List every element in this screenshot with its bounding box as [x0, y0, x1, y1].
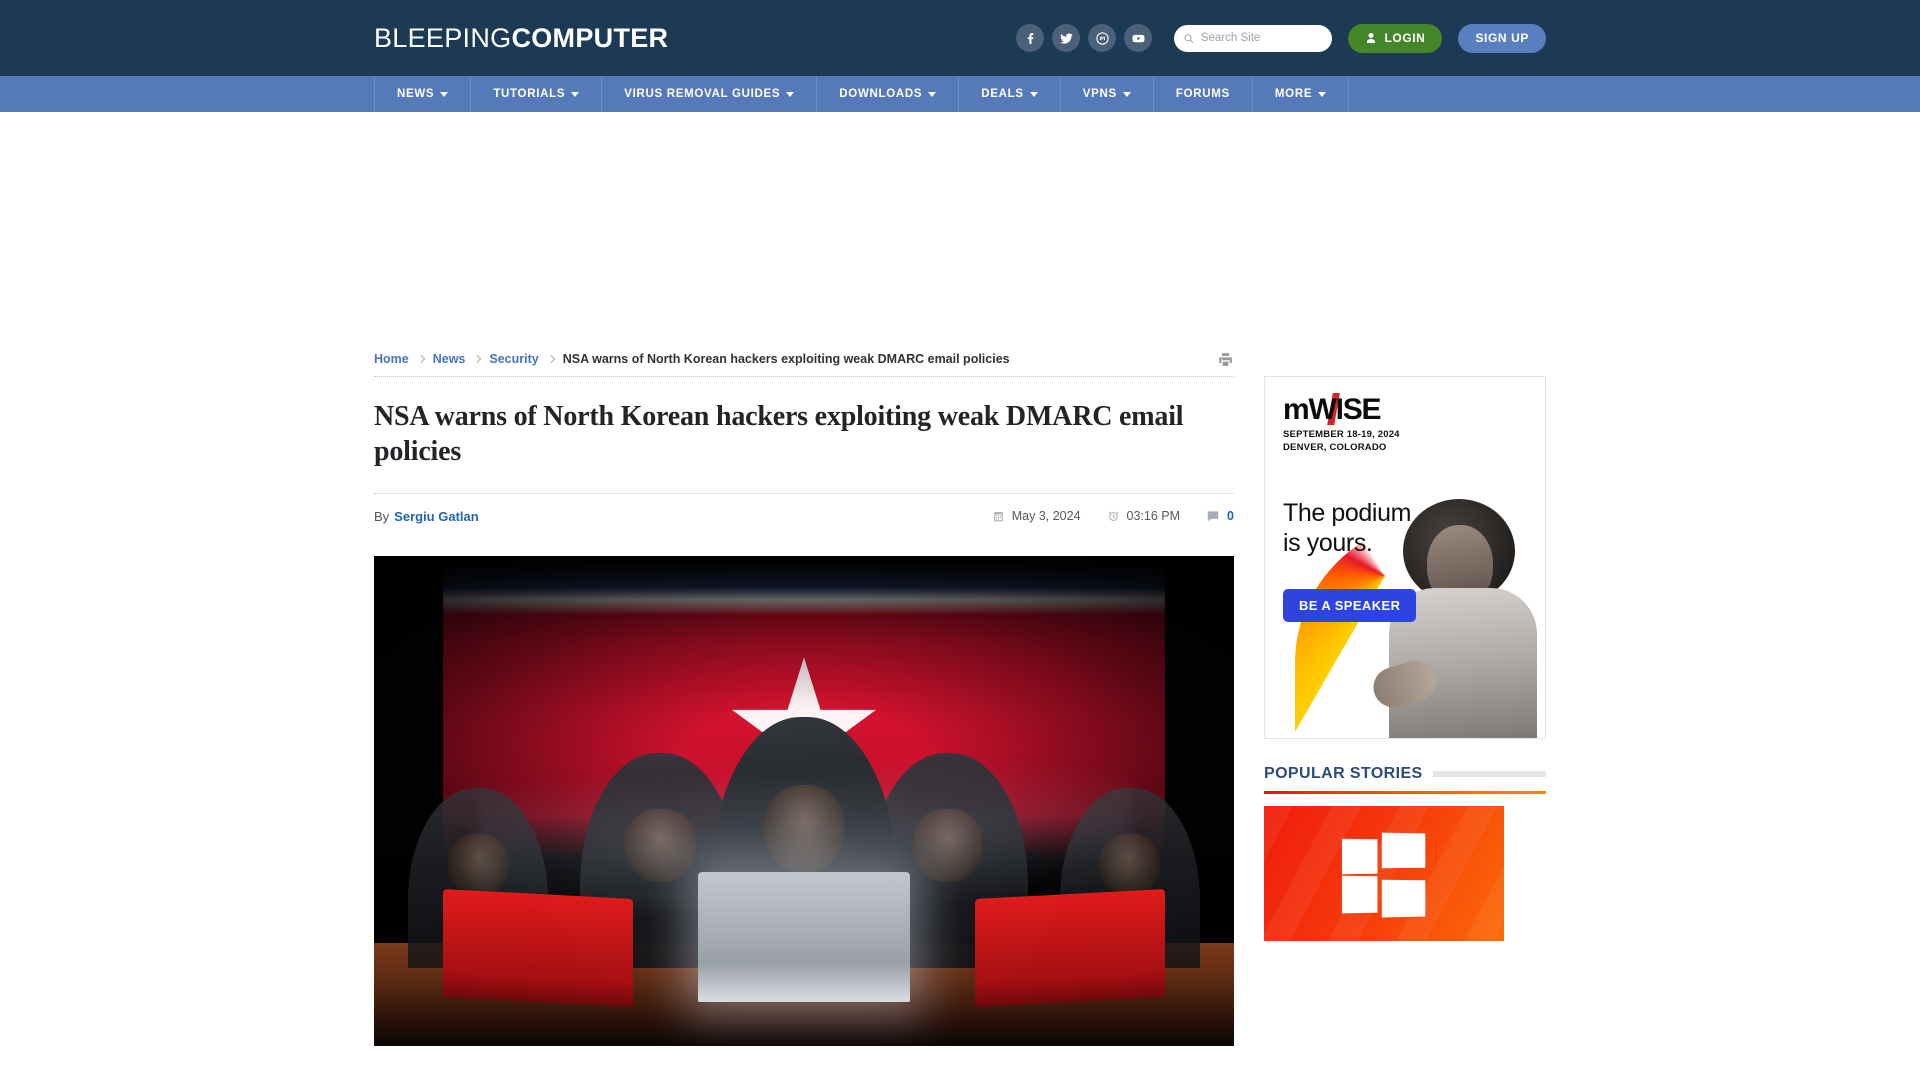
login-label: LOGIN: [1384, 31, 1426, 45]
nav-label: DEALS: [981, 88, 1024, 100]
chevron-down-icon: [786, 91, 795, 97]
popular-story-thumbnail[interactable]: [1264, 806, 1504, 941]
nav-item-deals[interactable]: DEALS: [959, 76, 1061, 112]
ad-event-details: SEPTEMBER 18-19, 2024 DENVER, COLORADO: [1283, 429, 1400, 455]
chevron-down-icon: [440, 91, 449, 97]
mwise-wordmark: mWISE: [1283, 393, 1382, 426]
ad-headline-line1: The podium: [1283, 499, 1412, 527]
sidebar: mWISE SEPTEMBER 18-19, 2024 DENVER, COLO…: [1264, 342, 1546, 1046]
popular-stories-title: POPULAR STORIES: [1264, 765, 1423, 782]
breadcrumb-current: NSA warns of North Korean hackers exploi…: [562, 352, 1010, 366]
ad-headline-line2: is yours.: [1283, 528, 1373, 557]
print-icon[interactable]: [1217, 351, 1234, 368]
by-label: By: [374, 508, 390, 524]
mwise-logo: mWISE SEPTEMBER 18-19, 2024 DENVER, COLO…: [1283, 393, 1400, 455]
site-header: BLEEPINGCOMPUTER Search Site LOGIN SIGN …: [0, 0, 1920, 76]
windows-pane: [1381, 879, 1426, 917]
youtube-icon[interactable]: [1124, 24, 1153, 52]
chevron-right-icon: [416, 354, 425, 364]
nav-item-vpns[interactable]: VPNS: [1061, 76, 1154, 112]
nav-label: MORE: [1274, 88, 1313, 100]
mwise-brand-text: mWISE: [1283, 393, 1382, 426]
calendar-icon: [993, 511, 1003, 521]
windows-logo-icon: [1341, 832, 1426, 917]
article-column: Home News Security NSA warns of North Ko…: [374, 342, 1234, 1046]
publish-time: 03:16 PM: [1107, 509, 1181, 523]
signup-button[interactable]: SIGN UP: [1458, 23, 1546, 53]
chevron-down-icon: [1122, 91, 1131, 97]
breadcrumb-news[interactable]: News: [433, 352, 466, 366]
breadcrumb-security[interactable]: Security: [489, 352, 538, 366]
social-links: [1016, 24, 1153, 52]
byline-row: By Sergiu Gatlan May 3, 2024 03:16 PM 0: [374, 494, 1234, 538]
nav-label: VIRUS REMOVAL GUIDES: [624, 88, 781, 100]
comments-link[interactable]: 0: [1206, 509, 1234, 523]
login-button[interactable]: LOGIN: [1348, 23, 1443, 53]
be-a-speaker-button[interactable]: BE A SPEAKER: [1283, 589, 1417, 622]
clock-icon: [1108, 510, 1118, 521]
windows-pane: [1381, 832, 1426, 868]
comment-count: 0: [1227, 509, 1234, 523]
nav-inner: NEWS TUTORIALS VIRUS REMOVAL GUIDES DOWN…: [374, 76, 1546, 112]
nav-label: DOWNLOADS: [839, 88, 923, 100]
page-title: NSA warns of North Korean hackers exploi…: [374, 401, 1184, 467]
date-text: May 3, 2024: [1011, 509, 1081, 523]
breadcrumb: Home News Security NSA warns of North Ko…: [374, 352, 1010, 366]
page-wrapper: Home News Security NSA warns of North Ko…: [374, 342, 1546, 1046]
leaderboard-ad-slot: [374, 112, 1546, 342]
search-input[interactable]: [1200, 32, 1324, 44]
chevron-down-icon: [928, 91, 937, 97]
nav-label: NEWS: [397, 88, 435, 100]
article-meta: May 3, 2024 03:16 PM 0: [992, 509, 1234, 523]
main-navigation: NEWS TUTORIALS VIRUS REMOVAL GUIDES DOWN…: [0, 76, 1920, 112]
chevron-right-icon: [473, 354, 482, 364]
windows-pane: [1341, 875, 1378, 913]
comment-icon: [1207, 511, 1219, 522]
time-text: 03:16 PM: [1126, 509, 1181, 523]
logo-text-light: BLEEPING: [374, 22, 512, 53]
breadcrumb-home[interactable]: Home: [374, 352, 409, 366]
laptop-center: [698, 871, 910, 1002]
chevron-down-icon: [1318, 91, 1327, 97]
nav-item-virus-removal-guides[interactable]: VIRUS REMOVAL GUIDES: [602, 76, 818, 112]
popular-stories-header: POPULAR STORIES: [1264, 765, 1546, 783]
nav-label: FORUMS: [1175, 88, 1230, 100]
chevron-right-icon: [546, 354, 555, 364]
chevron-down-icon: [1029, 91, 1038, 97]
nav-item-tutorials[interactable]: TUTORIALS: [471, 76, 603, 112]
ad-event-location: DENVER, COLORADO: [1283, 441, 1387, 453]
facebook-icon[interactable]: [1016, 24, 1045, 52]
user-icon: [1367, 33, 1376, 43]
breadcrumb-row: Home News Security NSA warns of North Ko…: [374, 342, 1234, 376]
publish-date: May 3, 2024: [992, 509, 1081, 523]
search-box[interactable]: [1174, 24, 1333, 52]
search-icon: [1184, 33, 1194, 43]
signup-label: SIGN UP: [1475, 31, 1529, 45]
nav-item-more[interactable]: MORE: [1253, 76, 1350, 112]
header-inner: BLEEPINGCOMPUTER Search Site LOGIN SIGN …: [374, 0, 1546, 76]
windows-pane: [1341, 838, 1378, 874]
header-actions: LOGIN SIGN UP: [1016, 23, 1546, 53]
nav-label: TUTORIALS: [493, 88, 566, 100]
sidebar-ad-mwise[interactable]: mWISE SEPTEMBER 18-19, 2024 DENVER, COLO…: [1264, 376, 1546, 739]
nav-item-forums[interactable]: FORUMS: [1154, 76, 1253, 112]
twitter-icon[interactable]: [1052, 24, 1081, 52]
site-logo[interactable]: BLEEPINGCOMPUTER: [374, 23, 668, 54]
ad-event-dates: SEPTEMBER 18-19, 2024: [1283, 429, 1400, 440]
article-hero-image[interactable]: [374, 556, 1234, 1046]
laptop-left: [442, 888, 633, 1007]
mastodon-icon[interactable]: [1088, 24, 1117, 52]
nav-label: VPNS: [1082, 88, 1117, 100]
logo-text-bold: COMPUTER: [511, 22, 669, 53]
header-rule: [1432, 771, 1546, 777]
chevron-down-icon: [571, 91, 580, 97]
laptop-right: [975, 888, 1166, 1007]
author-link[interactable]: Sergiu Gatlan: [394, 509, 479, 524]
popular-stories-accent-bar: [1264, 791, 1546, 794]
nav-item-downloads[interactable]: DOWNLOADS: [817, 76, 960, 112]
nav-item-news[interactable]: NEWS: [374, 76, 472, 112]
ad-headline: The podium is yours.: [1283, 499, 1411, 558]
